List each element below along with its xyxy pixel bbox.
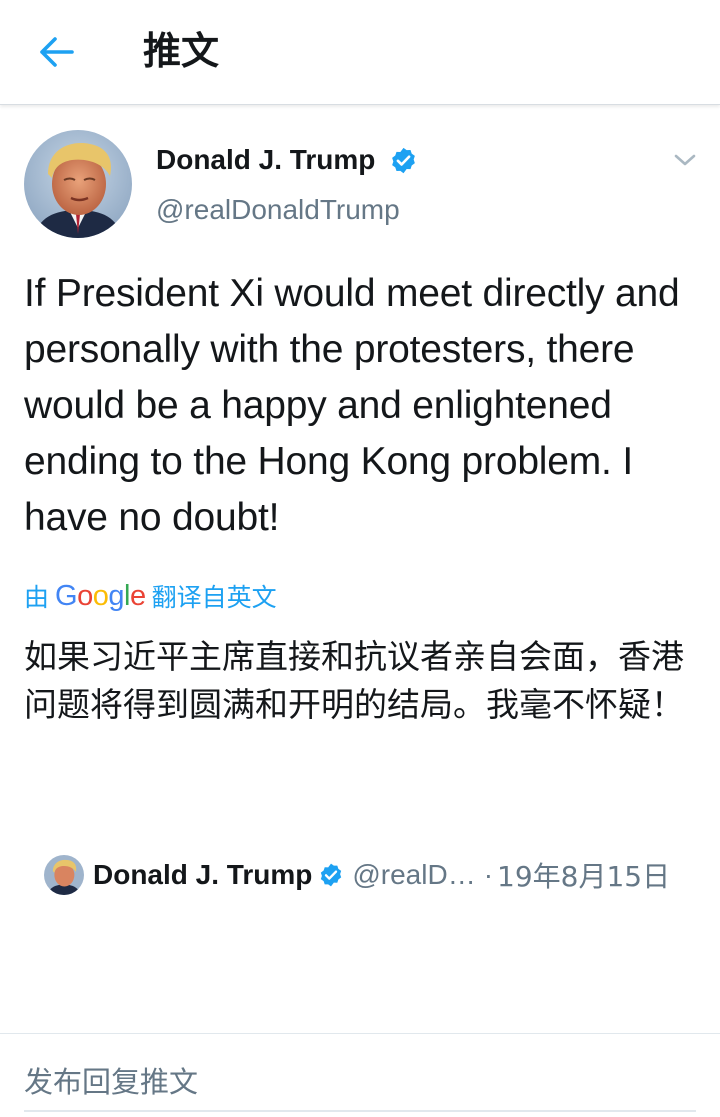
translated-by-prefix: 由 bbox=[24, 583, 50, 612]
arrow-left-icon bbox=[40, 37, 74, 67]
separator-dot: · bbox=[483, 859, 494, 890]
tweet-menu-button[interactable] bbox=[668, 146, 702, 174]
tweet-date: 19年8月15日 bbox=[497, 860, 671, 893]
avatar-portrait bbox=[24, 130, 132, 238]
author-handle[interactable]: @realDonaldTrump bbox=[156, 191, 400, 229]
top-app-bar: 推文 bbox=[0, 0, 720, 105]
tweet-text: If President Xi would meet directly and … bbox=[24, 272, 680, 539]
page-title: 推文 bbox=[143, 29, 220, 73]
quoted-tweet-attribution[interactable]: Donald J. Trump @realD… · 19年8月15日 bbox=[44, 850, 704, 900]
verified-badge-icon bbox=[321, 863, 342, 887]
quoted-author-name: Donald J. Trump bbox=[93, 859, 313, 890]
quoted-author-avatar bbox=[44, 855, 84, 895]
author-avatar[interactable] bbox=[24, 130, 132, 238]
translated-text: 如果习近平主席直接和抗议者亲自会面，香港问题将得到圆满和开明的结局。我毫不怀疑！ bbox=[24, 637, 684, 724]
verified-badge-icon bbox=[392, 147, 415, 174]
google-logo: Google bbox=[55, 579, 146, 612]
back-button[interactable] bbox=[28, 26, 84, 78]
reply-divider bbox=[0, 1033, 720, 1034]
author-name[interactable]: Donald J. Trump bbox=[156, 140, 375, 180]
chevron-down-icon bbox=[674, 154, 696, 166]
reply-input[interactable]: 发布回复推文 bbox=[24, 1058, 696, 1106]
translated-by-suffix: 翻译自英文 bbox=[151, 583, 277, 612]
translated-by-google[interactable]: 由 Google 翻译自英文 bbox=[24, 576, 277, 616]
quoted-author-handle: @realD… bbox=[352, 859, 476, 890]
avatar-portrait bbox=[44, 855, 84, 895]
reply-input-underline bbox=[24, 1110, 696, 1112]
